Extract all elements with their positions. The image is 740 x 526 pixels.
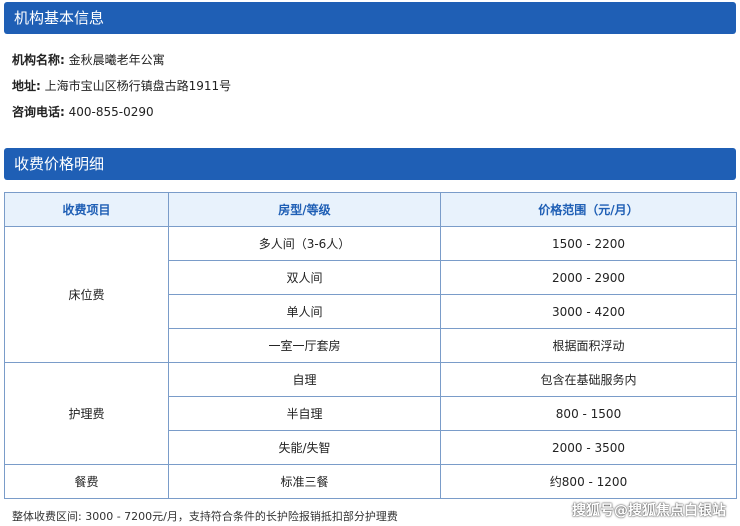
table-header-row: 收费项目 房型/等级 价格范围（元/月）: [4, 192, 737, 227]
item-cell-care-fee: 护理费: [4, 362, 169, 465]
price-cell: 包含在基础服务内: [440, 362, 737, 397]
footnote-label: 整体收费区间:: [12, 510, 82, 523]
price-cell: 2000 - 3500: [440, 430, 737, 465]
room-type-cell: 多人间（3-6人）: [168, 226, 441, 261]
item-cell-meal-fee: 餐费: [4, 464, 169, 499]
price-section-header: 收费价格明细: [4, 148, 736, 180]
price-section-title: 收费价格明细: [14, 155, 105, 173]
room-type-cell: 半自理: [168, 396, 441, 431]
price-table: 收费项目 房型/等级 价格范围（元/月） 床位费 多人间（3-6人） 1500 …: [4, 192, 737, 499]
price-cell: 根据面积浮动: [440, 328, 737, 363]
header-room-type: 房型/等级: [168, 192, 441, 227]
institution-name-label: 机构名称:: [12, 53, 65, 67]
phone-label: 咨询电话:: [12, 105, 65, 119]
price-cell: 约800 - 1200: [440, 464, 737, 499]
phone-value: 400-855-0290: [68, 105, 154, 119]
footnote-text: 3000 - 7200元/月，支持符合条件的长护险报销抵扣部分护理费: [85, 510, 398, 523]
price-cell: 2000 - 2900: [440, 260, 737, 295]
room-type-cell: 标准三餐: [168, 464, 441, 499]
price-cell: 3000 - 4200: [440, 294, 737, 329]
room-type-cell: 失能/失智: [168, 430, 441, 465]
room-type-cell: 一室一厅套房: [168, 328, 441, 363]
institution-name-value: 金秋晨曦老年公寓: [68, 53, 165, 67]
institution-name-line: 机构名称: 金秋晨曦老年公寓: [12, 52, 165, 68]
footnote: 整体收费区间: 3000 - 7200元/月，支持符合条件的长护险报销抵扣部分护…: [12, 510, 398, 524]
room-type-cell: 单人间: [168, 294, 441, 329]
address-line: 地址: 上海市宝山区杨行镇盘古路1911号: [12, 78, 231, 94]
table-row: 餐费 标准三餐 约800 - 1200: [4, 464, 737, 499]
address-value: 上海市宝山区杨行镇盘古路1911号: [44, 79, 232, 93]
address-label: 地址:: [12, 79, 41, 93]
table-row: 床位费 多人间（3-6人） 1500 - 2200: [4, 226, 737, 363]
room-type-cell: 自理: [168, 362, 441, 397]
watermark: 搜狐号@搜狐焦点白银站: [572, 503, 726, 519]
price-cell: 1500 - 2200: [440, 226, 737, 261]
item-cell-bed-fee: 床位费: [4, 226, 169, 363]
info-section-title: 机构基本信息: [14, 9, 105, 27]
header-price-range: 价格范围（元/月）: [440, 192, 737, 227]
info-section-header: 机构基本信息: [4, 2, 736, 34]
header-item: 收费项目: [4, 192, 169, 227]
room-type-cell: 双人间: [168, 260, 441, 295]
price-cell: 800 - 1500: [440, 396, 737, 431]
table-row: 护理费 自理 包含在基础服务内: [4, 362, 737, 465]
phone-line: 咨询电话: 400-855-0290: [12, 104, 154, 120]
